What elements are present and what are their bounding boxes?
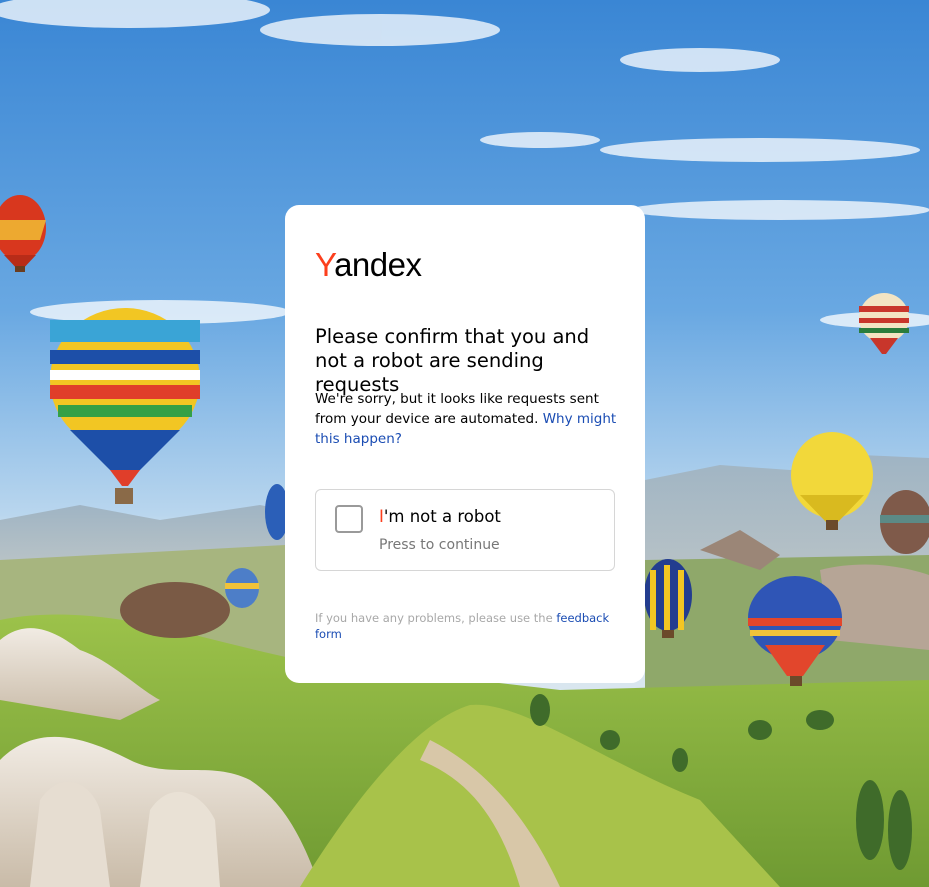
captcha-label-rest: 'm not a robot — [383, 507, 501, 526]
logo-letter-y: Y — [315, 246, 335, 283]
captcha-label: I'm not a robot — [379, 506, 501, 528]
captcha-checkbox-widget[interactable]: I'm not a robot Press to continue — [315, 489, 615, 571]
captcha-sublabel: Press to continue — [379, 537, 500, 553]
page-title: Please confirm that you and not a robot … — [315, 325, 590, 396]
feedback-note: If you have any problems, please use the… — [315, 610, 620, 642]
description: We're sorry, but it looks like requests … — [315, 389, 620, 449]
checkbox[interactable] — [335, 505, 363, 533]
feedback-note-text: If you have any problems, please use the — [315, 611, 553, 625]
captcha-card: Yandex Please confirm that you and not a… — [285, 205, 645, 683]
logo-text: andex — [334, 246, 422, 283]
yandex-logo[interactable]: Yandex — [315, 245, 422, 285]
